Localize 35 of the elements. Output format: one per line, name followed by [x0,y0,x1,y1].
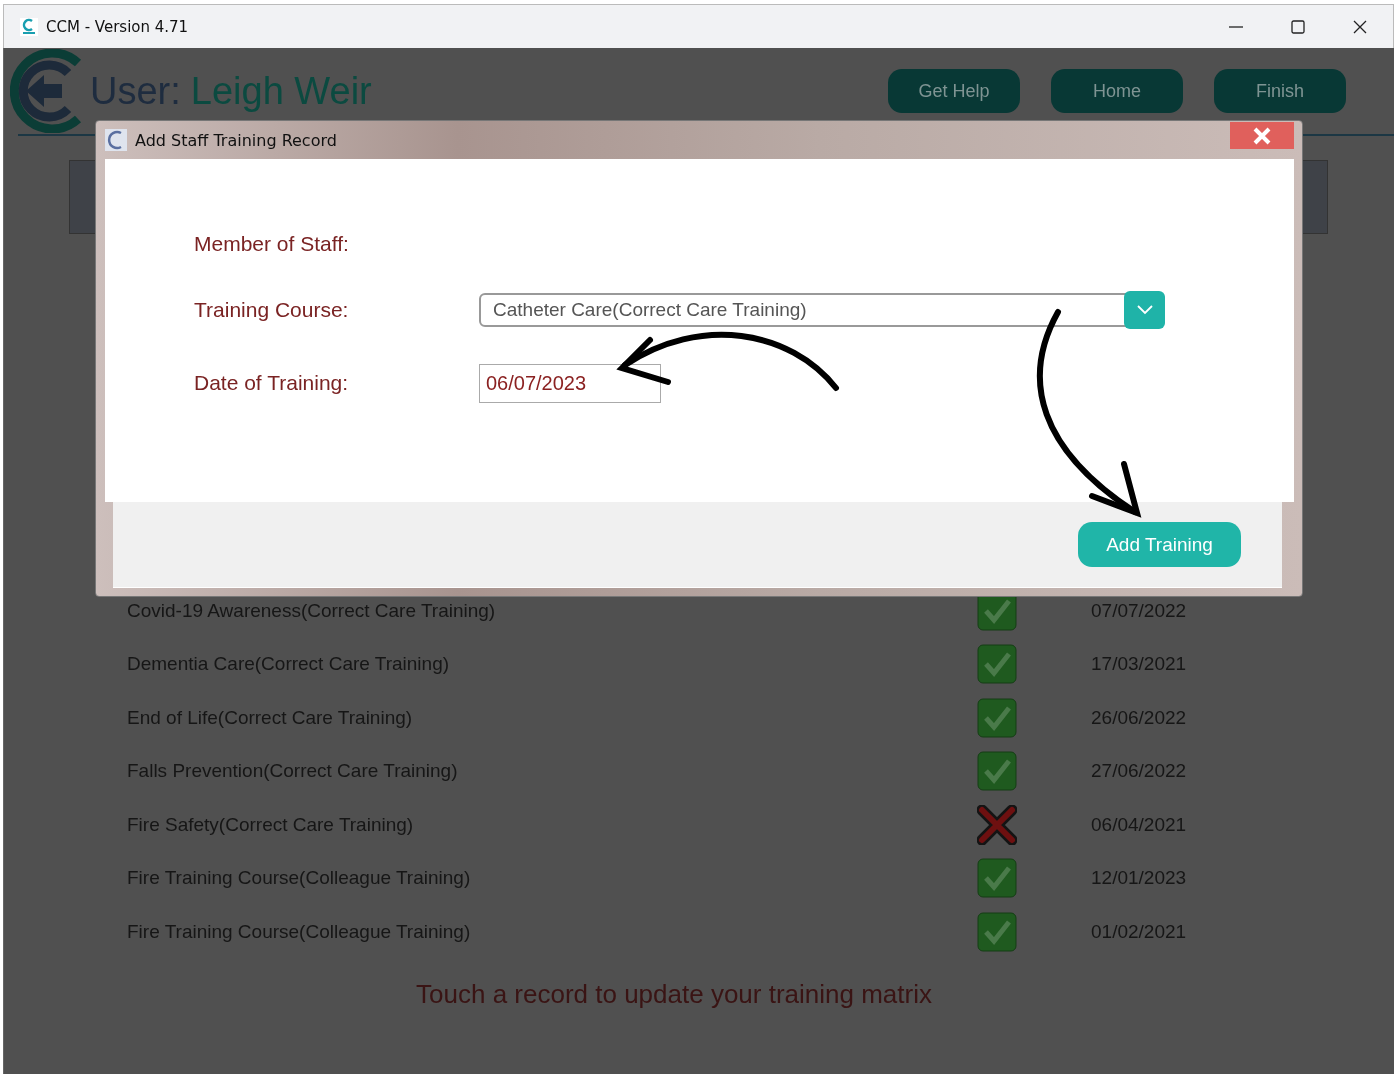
course-name[interactable]: Covid-19 Awareness(Correct Care Training) [127,599,977,622]
course-name[interactable]: End of Life(Correct Care Training) [127,706,977,729]
window-title: CCM - Version 4.71 [46,17,189,36]
header-button[interactable]: Home [1051,69,1183,113]
course-name[interactable]: Fire Training Course(Colleague Training) [127,920,977,943]
dialog-title: Add Staff Training Record [135,130,337,150]
course-name[interactable]: Fire Safety(Correct Care Training) [127,813,977,836]
header-button[interactable]: Get Help [888,69,1020,113]
field-label: Date of Training: [194,371,350,395]
add-training-button[interactable]: Add Training [1078,522,1241,567]
logo-icon [10,49,82,133]
training-date: 06/04/2021 [1091,813,1187,836]
field-label: Member of Staff: [194,232,350,256]
course-name[interactable]: Falls Prevention(Correct Care Training) [127,760,977,783]
maximize-icon[interactable] [1291,19,1305,34]
training-date: 12/01/2023 [1091,867,1187,890]
course-dropdown[interactable]: Catheter Care(Correct Care Training) [479,293,1165,327]
field-label: Training Course: [194,298,350,322]
course-name[interactable]: Dementia Care(Correct Care Training) [127,653,977,676]
close-icon [1252,125,1272,146]
header-button[interactable]: Finish [1214,69,1346,113]
app-logo-icon [105,129,127,151]
training-date: 07/07/2022 [1091,599,1187,622]
date-field[interactable]: 06/07/2023 [479,363,661,403]
training-date: 27/06/2022 [1091,760,1187,783]
close-button[interactable] [1230,122,1294,149]
training-date: 26/06/2022 [1091,706,1187,729]
instruction-text: Touch a record to update your training matrix [415,978,933,1010]
user-name: Leigh Weir [190,69,372,113]
training-date: 17/03/2021 [1091,653,1187,676]
training-date: 01/02/2021 [1091,920,1187,943]
app-logo-icon [20,17,38,36]
course-name[interactable]: Fire Training Course(Colleague Training) [127,867,977,890]
chevron-down-icon [1136,305,1153,315]
close-icon[interactable] [1353,19,1367,34]
